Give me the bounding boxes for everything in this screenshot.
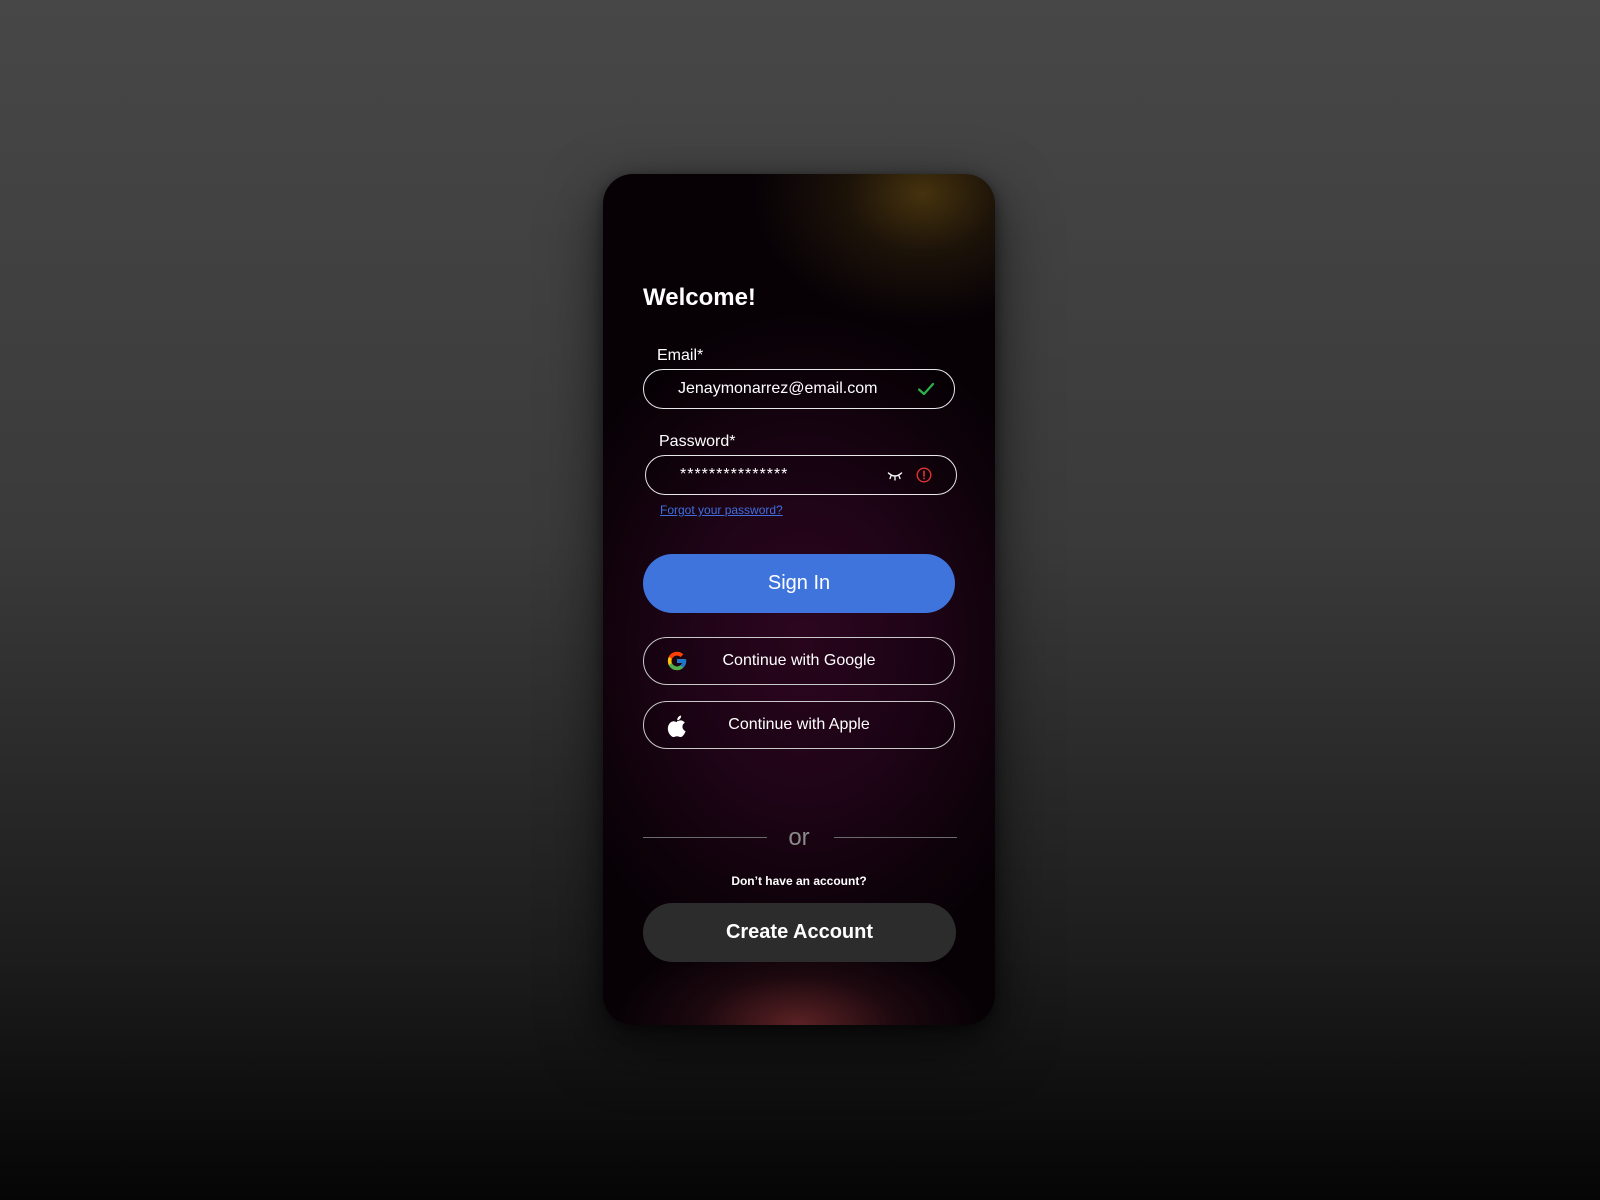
google-button-label: Continue with Google [722, 652, 876, 669]
sign-in-card: Welcome! Email* Jenaymonarrez@email.com … [603, 174, 995, 1025]
continue-with-google-button[interactable]: Continue with Google [643, 637, 955, 685]
apple-button-label: Continue with Apple [728, 716, 870, 733]
password-field[interactable]: *************** [645, 455, 957, 495]
apple-icon [667, 715, 686, 738]
google-icon [667, 651, 687, 671]
email-value: Jenaymonarrez@email.com [678, 380, 878, 397]
email-field[interactable]: Jenaymonarrez@email.com [643, 369, 955, 409]
sign-in-button[interactable]: Sign In [643, 554, 955, 613]
forgot-password-link[interactable]: Forgot your password? [660, 503, 783, 517]
page-title: Welcome! [643, 284, 756, 311]
divider-text: or [788, 824, 810, 851]
email-label: Email* [657, 347, 704, 364]
password-value: *************** [680, 466, 789, 483]
continue-with-apple-button[interactable]: Continue with Apple [643, 701, 955, 749]
create-account-button[interactable]: Create Account [643, 903, 956, 962]
no-account-text: Don’t have an account? [731, 874, 867, 888]
password-label: Password* [659, 433, 736, 450]
error-icon [916, 467, 932, 483]
eye-closed-icon[interactable] [887, 470, 903, 482]
check-icon [917, 382, 935, 396]
divider-line-right [834, 837, 957, 838]
